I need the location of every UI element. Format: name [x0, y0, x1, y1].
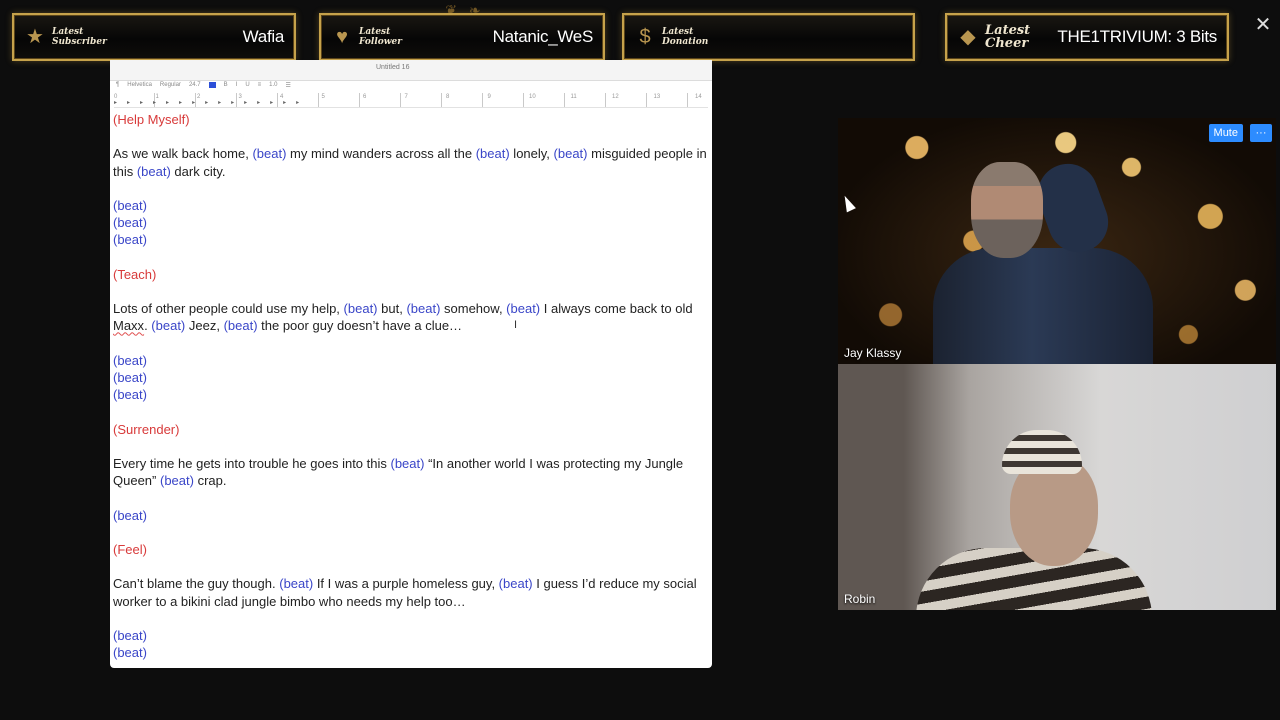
latest-follower-alert: ♥ Latest Follower Natanic_WeS [319, 13, 605, 61]
participant-video [933, 248, 1153, 364]
latest-subscriber-alert: ★ Latest Subscriber Wafia [12, 13, 296, 61]
font-size-select[interactable]: 24.7 [189, 82, 201, 88]
beat-line: (beat) [113, 232, 147, 248]
tab-stops: ▸▸▸▸▸▸▸▸▸▸▸▸▸▸▸ [114, 100, 310, 106]
document-body[interactable]: (Help Myself) As we walk back home, (bea… [113, 111, 709, 661]
mute-button[interactable]: Mute [1208, 124, 1243, 142]
paragraph-1: As we walk back home, (beat) my mind wan… [113, 146, 707, 179]
latest-donation-alert: $ Latest Donation [622, 13, 915, 61]
dollar-icon: $ [639, 26, 651, 48]
font-style-select[interactable]: Regular [160, 82, 181, 88]
paragraph-style-icon[interactable]: ¶ [116, 82, 119, 88]
latest-subscriber-label: Latest Subscriber [52, 27, 107, 47]
beat-line: (beat) [113, 197, 147, 213]
heading-teach: (Teach) [113, 266, 157, 282]
ruler-number: 7 [404, 94, 408, 100]
beat-line: (beat) [113, 645, 147, 661]
video-tile-jay[interactable]: Mute ··· Jay Klassy [838, 118, 1276, 364]
underline-button[interactable]: U [245, 82, 249, 88]
line-spacing-select[interactable]: 1.0 [269, 82, 277, 88]
ruler-number: 9 [487, 94, 491, 100]
participant-name: Jay Klassy [844, 346, 902, 360]
font-select[interactable]: Helvetica [127, 82, 152, 88]
bold-button[interactable]: B [224, 82, 228, 88]
document-title: Untitled 16 [376, 64, 410, 71]
heading-feel: (Feel) [113, 541, 147, 557]
heading-surrender: (Surrender) [113, 421, 180, 437]
beat-line: (beat) [113, 627, 147, 643]
misspelled-word: Maxx [113, 318, 145, 334]
text-color-swatch[interactable] [208, 82, 216, 88]
paragraph-2: Lots of other people could use my help, … [113, 301, 693, 334]
participant-name: Robin [844, 592, 876, 606]
paragraph-3: Every time he gets into trouble he goes … [113, 455, 684, 489]
ruler-number: 11 [570, 94, 577, 100]
align-icon[interactable]: ≡ [258, 82, 262, 88]
ruler-number: 8 [446, 94, 450, 100]
beat-line: (beat) [113, 387, 147, 403]
latest-cheer-alert: ◆ Latest Cheer THE1TRIVIUM: 3 Bits [945, 13, 1229, 61]
latest-follower-label: Latest Follower [359, 27, 402, 47]
heading-help-myself: (Help Myself) [113, 112, 190, 127]
latest-cheer-label: Latest Cheer [985, 23, 1031, 51]
diamond-icon: ◆ [960, 26, 976, 48]
star-icon: ★ [26, 26, 44, 48]
latest-follower-value: Natanic_WeS [492, 27, 594, 46]
document-window: Untitled 16 ¶ Helvetica Regular 24.7 B I… [110, 60, 712, 668]
italic-button[interactable]: I [236, 82, 238, 88]
text-cursor-icon: I [514, 319, 518, 331]
beat-line: (beat) [113, 215, 147, 231]
video-tile-robin[interactable]: Robin [838, 364, 1276, 610]
beat-line: (beat) [113, 352, 147, 368]
ruler-number: 6 [363, 94, 367, 100]
latest-subscriber-value: Wafia [242, 27, 285, 46]
latest-donation-label: Latest Donation [662, 27, 709, 47]
latest-cheer-value: THE1TRIVIUM: 3 Bits [1057, 27, 1217, 46]
ruler-number: 12 [612, 94, 619, 100]
format-toolbar: ¶ Helvetica Regular 24.7 B I U ≡ 1.0 ☰ [110, 78, 712, 92]
ruler-number: 10 [529, 94, 536, 100]
beat-line: (beat) [113, 369, 147, 385]
beat-line: (beat) [113, 507, 147, 523]
paragraph-4: Can’t blame the guy though. (beat) If I … [113, 576, 697, 609]
more-options-button[interactable]: ··· [1250, 124, 1272, 142]
close-icon[interactable]: ✕ [1254, 14, 1272, 36]
ruler-number: 13 [653, 94, 661, 100]
ruler-number: 5 [321, 94, 325, 100]
list-icon[interactable]: ☰ [286, 82, 291, 89]
ruler: 0 1 2 3 4 5 6 7 8 9 10 11 12 13 14 ▸▸▸▸▸▸▸▸▸▸▸▸▸▸▸ [114, 93, 708, 108]
ruler-number: 14 [695, 94, 702, 100]
heart-icon: ♥ [336, 26, 348, 48]
